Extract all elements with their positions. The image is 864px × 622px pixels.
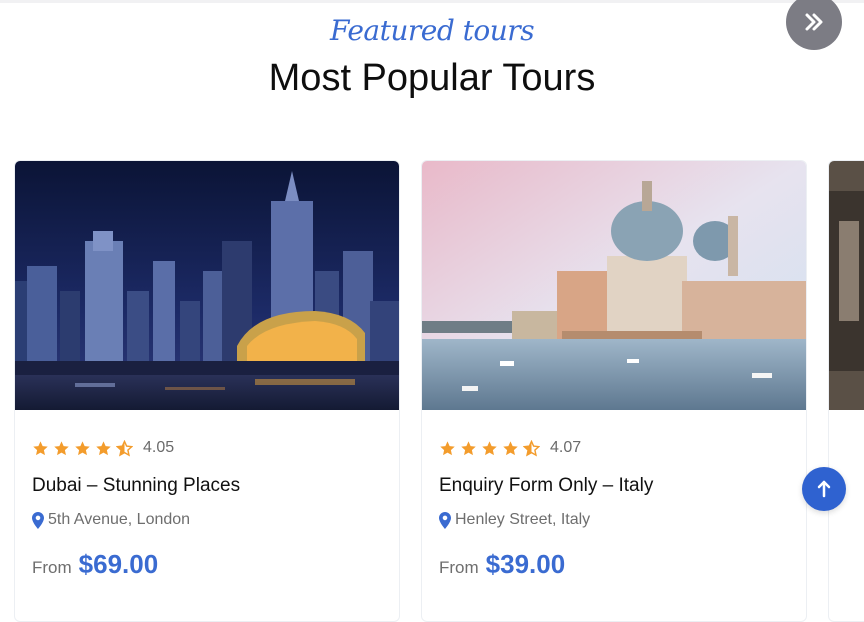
star-icon bbox=[96, 440, 111, 455]
rating: 4.05 bbox=[32, 439, 174, 457]
tour-location-text: Henley Street, Italy bbox=[455, 511, 591, 528]
star-icon bbox=[75, 440, 90, 455]
tour-card[interactable]: 4.07 Enquiry Form Only – Italy Henley St… bbox=[421, 160, 807, 622]
tour-image-venice[interactable] bbox=[422, 161, 806, 410]
tour-image-dubai[interactable] bbox=[15, 161, 399, 410]
price-prefix: From bbox=[439, 558, 479, 577]
tour-location: Henley Street, Italy bbox=[439, 511, 590, 529]
arrow-up-icon bbox=[817, 480, 831, 498]
price-amount: $39.00 bbox=[485, 549, 566, 579]
scroll-to-top-button[interactable] bbox=[802, 467, 846, 511]
rating: 4.07 bbox=[439, 439, 581, 457]
price-prefix: From bbox=[32, 558, 72, 577]
map-pin-icon bbox=[439, 511, 451, 529]
star-icon bbox=[54, 440, 69, 455]
star-icon bbox=[461, 440, 476, 455]
tour-location-text: 5th Avenue, London bbox=[48, 511, 191, 528]
half-star-icon bbox=[523, 439, 540, 457]
star-icon bbox=[33, 440, 48, 455]
tour-card[interactable]: 4.05 Dubai – Stunning Places 5th Avenue,… bbox=[14, 160, 400, 622]
star-icon bbox=[503, 440, 518, 455]
tour-title[interactable]: Enquiry Form Only – Italy bbox=[439, 475, 653, 497]
star-icon bbox=[440, 440, 455, 455]
tour-price: From $69.00 bbox=[32, 549, 158, 580]
section-kicker: Featured tours bbox=[329, 14, 535, 47]
tour-card-partial[interactable] bbox=[828, 160, 864, 622]
map-pin-icon bbox=[32, 511, 44, 529]
tour-price: From $39.00 bbox=[439, 549, 565, 580]
tour-location: 5th Avenue, London bbox=[32, 511, 190, 529]
star-icon bbox=[482, 440, 497, 455]
top-divider bbox=[0, 0, 864, 3]
tour-image-partial bbox=[829, 161, 864, 410]
rating-score: 4.07 bbox=[550, 439, 582, 456]
section-title: Most Popular Tours bbox=[268, 57, 596, 99]
tour-title[interactable]: Dubai – Stunning Places bbox=[32, 475, 240, 497]
rating-score: 4.05 bbox=[143, 439, 175, 456]
half-star-icon bbox=[116, 439, 133, 457]
price-amount: $69.00 bbox=[78, 549, 159, 579]
